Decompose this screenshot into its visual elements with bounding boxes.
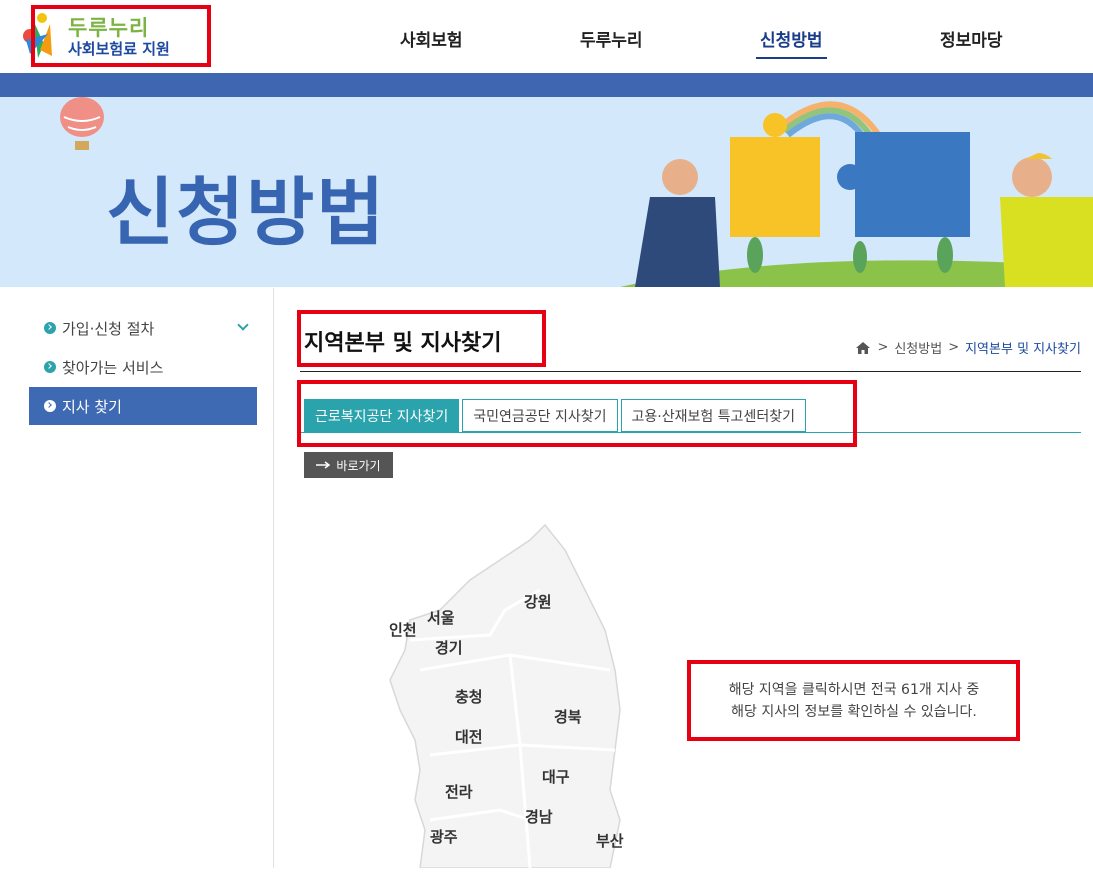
left-sidebar: 가입·신청 절차 찾아가는 서비스 지사 찾기 (0, 288, 274, 868)
site-logo[interactable]: 두루누리 사회보험료 지원 (20, 6, 200, 62)
region-incheon[interactable]: 인천 (389, 619, 417, 640)
region-gyeongnam[interactable]: 경남 (525, 806, 553, 827)
breadcrumb-separator: > (877, 340, 889, 355)
sidebar-item-label: 찾아가는 서비스 (62, 358, 164, 377)
sidebar-item-visiting-service[interactable]: 찾아가는 서비스 (29, 348, 257, 386)
banner-top-strip (0, 73, 1093, 97)
sidebar-item-label: 지사 찾기 (62, 397, 122, 416)
go-button-label: 바로가기 (336, 458, 381, 473)
tab-employment-center[interactable]: 고용·산재보험 특고센터찾기 (620, 399, 806, 432)
region-daejeon[interactable]: 대전 (455, 726, 483, 747)
nav-social-insurance[interactable]: 사회보험 (400, 26, 463, 51)
puzzle-illustration (620, 101, 1093, 287)
region-gyeongbuk[interactable]: 경북 (554, 706, 582, 727)
korea-map-outline (389, 523, 621, 869)
region-gwangju[interactable]: 광주 (430, 826, 458, 847)
nav-how-to-apply[interactable]: 신청방법 (756, 26, 827, 59)
sidebar-item-label: 가입·신청 절차 (62, 319, 155, 338)
breadcrumb-current: 지역본부 및 지사찾기 (965, 342, 1081, 357)
sidebar-item-signup-process[interactable]: 가입·신청 절차 (29, 309, 257, 347)
title-divider (300, 371, 1081, 372)
arrow-right-icon (316, 461, 331, 469)
bullet-arrow-icon (44, 322, 56, 334)
hot-air-balloon-icon (60, 97, 104, 150)
region-chungcheong[interactable]: 충청 (455, 686, 483, 707)
region-seoul[interactable]: 서울 (427, 607, 455, 628)
logo-mark-icon (23, 13, 52, 58)
info-line: 해당 지사의 정보를 확인하실 수 있습니다. (731, 704, 977, 720)
breadcrumb-separator: > (948, 340, 960, 355)
tab-nps-branch[interactable]: 국민연금공단 지사찾기 (462, 399, 618, 432)
nav-info[interactable]: 정보마당 (940, 26, 1003, 51)
home-icon[interactable] (855, 341, 871, 355)
sidebar-item-find-branch[interactable]: 지사 찾기 (29, 387, 257, 425)
region-jeolla[interactable]: 전라 (445, 781, 473, 802)
region-gyeonggi[interactable]: 경기 (435, 637, 463, 658)
page-banner: 신청방법 (0, 97, 1093, 287)
region-daegu[interactable]: 대구 (542, 766, 570, 787)
go-button[interactable]: 바로가기 (304, 452, 393, 478)
tab-divider (300, 432, 1081, 433)
branch-tabs: 근로복지공단 지사찾기 국민연금공단 지사찾기 고용·산재보험 특고센터찾기 (304, 399, 809, 432)
banner-title: 신청방법 (106, 170, 387, 256)
breadcrumb: > 신청방법 > 지역본부 및 지사찾기 (855, 338, 1081, 357)
tab-comwel-branch[interactable]: 근로복지공단 지사찾기 (304, 399, 460, 432)
region-busan[interactable]: 부산 (596, 830, 624, 851)
korea-map: 인천 서울 강원 경기 충청 경북 대전 대구 전라 경남 광주 부산 (370, 520, 670, 869)
breadcrumb-item[interactable]: 신청방법 (894, 338, 942, 357)
nav-durunuri[interactable]: 두루누리 (580, 26, 643, 51)
site-header: 두루누리 사회보험료 지원 사회보험 두루누리 신청방법 정보마당 (0, 0, 1093, 73)
chevron-down-icon[interactable] (237, 319, 249, 331)
map-info-text: 해당 지역을 클릭하시면 전국 61개 지사 중 해당 지사의 정보를 확인하실… (693, 666, 1015, 736)
info-line: 해당 지역을 클릭하시면 전국 61개 지사 중 (728, 682, 980, 698)
bullet-arrow-icon (44, 361, 56, 373)
bullet-arrow-icon (44, 400, 56, 412)
region-gangwon[interactable]: 강원 (524, 591, 552, 612)
page-title: 지역본부 및 지사찾기 (304, 331, 502, 356)
logo-subtitle: 사회보험료 지원 (68, 40, 170, 58)
